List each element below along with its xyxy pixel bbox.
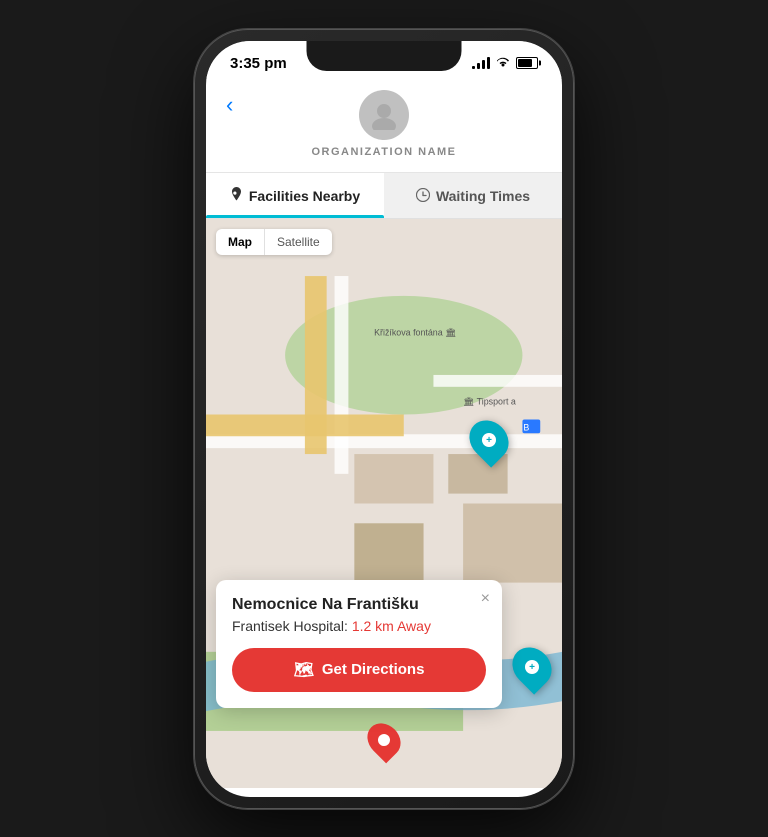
org-name: ORGANIZATION NAME [311,146,456,158]
tab-waiting-label: Waiting Times [436,188,530,204]
popup-title: Nemocnice Na Františku [232,596,486,614]
map-toggle-map[interactable]: Map [216,229,264,255]
phone-frame: 3:35 pm ‹ [194,29,574,809]
tab-facilities[interactable]: Facilities Nearby [206,173,384,218]
avatar [359,90,409,140]
status-time: 3:35 pm [230,55,287,72]
svg-text:B: B [523,422,529,432]
location-pin-bottom [369,722,399,758]
location-icon [230,187,243,206]
popup-subtitle: Frantisek Hospital: 1.2 km Away [232,618,486,634]
phone-screen: 3:35 pm ‹ [206,41,562,797]
notch [307,41,462,71]
wifi-icon [495,56,511,71]
map-container[interactable]: Křižíkova fontána 🏛 🏛 Tipsport a Letensk… [206,219,562,788]
signal-icon [472,57,490,69]
directions-button-label: Get Directions [322,661,425,678]
svg-text:Křižíkova fontána 🏛: Křižíkova fontána 🏛 [374,327,456,337]
tab-facilities-label: Facilities Nearby [249,188,360,204]
popup-close-button[interactable]: × [481,590,490,608]
location-pin-main: + [471,419,507,461]
header: ‹ ORGANIZATION NAME [206,80,562,173]
popup-subtitle-prefix: Frantisek Hospital: [232,618,348,634]
status-icons [472,56,538,71]
tab-waiting[interactable]: Waiting Times [384,173,562,218]
svg-text:🏛 Tipsport a: 🏛 Tipsport a [463,396,516,406]
screen-content: ‹ ORGANIZATION NAME Fa [206,80,562,788]
back-button[interactable]: ‹ [226,92,233,118]
location-pin-right: + [514,646,550,688]
tabs: Facilities Nearby Waiting Times [206,173,562,219]
map-toggle-satellite[interactable]: Satellite [265,229,332,255]
clock-icon [416,188,430,205]
directions-map-icon: 🗺 [294,660,314,680]
map-toggle: Map Satellite [216,229,332,255]
battery-icon [516,57,538,69]
info-popup: × Nemocnice Na Františku Frantisek Hospi… [216,580,502,708]
popup-distance: 1.2 km Away [352,618,431,634]
get-directions-button[interactable]: 🗺 Get Directions [232,648,486,692]
